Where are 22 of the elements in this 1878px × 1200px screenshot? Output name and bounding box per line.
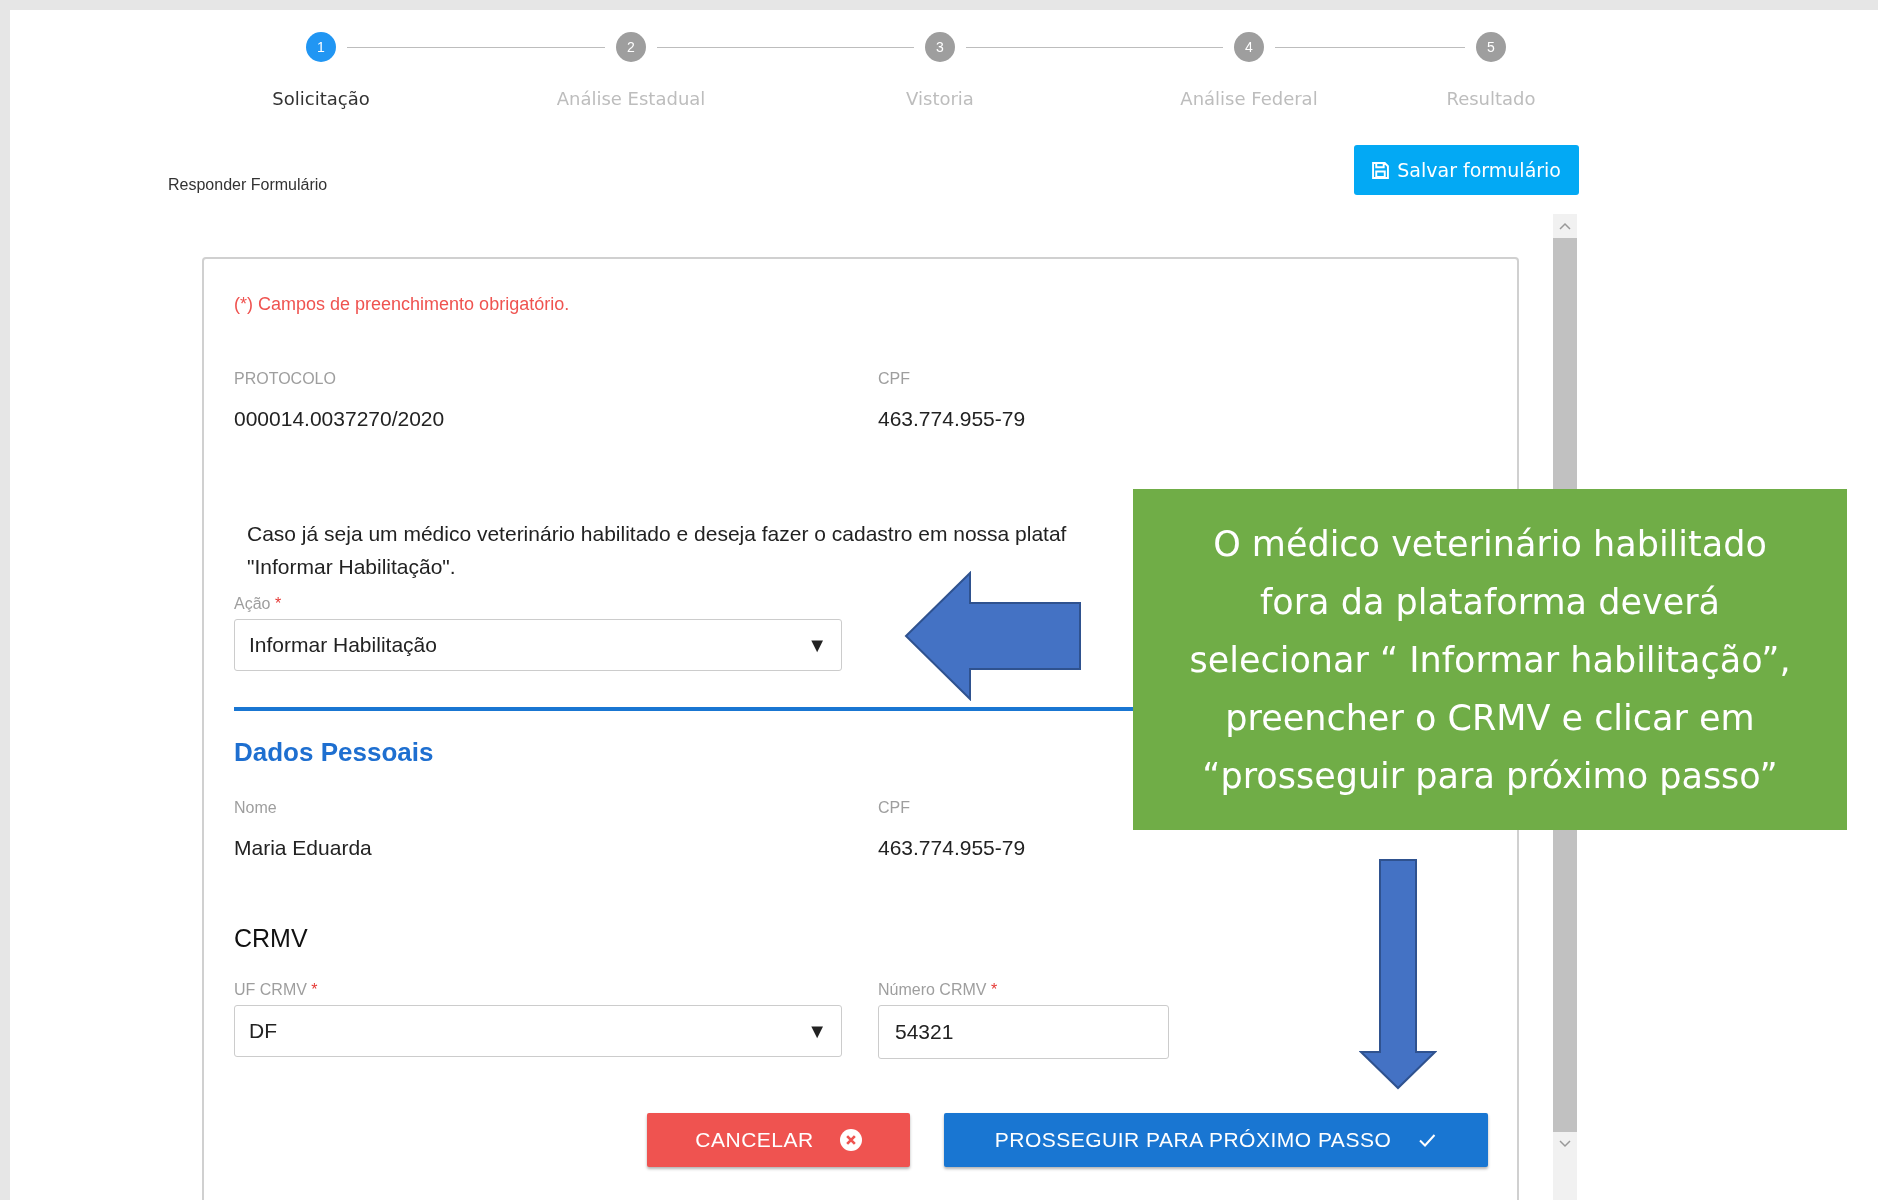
- field-label: Nome: [234, 799, 277, 817]
- field-label: CPF: [878, 799, 910, 817]
- callout-tooltip: O médico veterinário habilitado fora da plataforma deverá selecionar “ Informar habilitação”, preencher o CRMV e clicar em “prosseguir para próximo passo”: [1133, 489, 1847, 830]
- field-label: CPF: [878, 370, 910, 388]
- field-value: 463.774.955-79: [878, 836, 1026, 860]
- step-label: Análise Estadual: [556, 88, 706, 109]
- field-label: UF CRMV *: [234, 981, 318, 999]
- step-label: Vistoria: [906, 88, 974, 109]
- step-label: Análise Federal: [1180, 88, 1318, 109]
- instruction-text: Caso já seja um médico veterinário habilitado e deseja fazer o cadastro em nossa plataf "Informar Habilitação".: [247, 521, 1067, 580]
- field-value: 463.774.955-79: [878, 407, 1026, 431]
- field-value: Maria Eduarda: [234, 836, 372, 860]
- subsection-title: CRMV: [234, 924, 308, 953]
- field-label: PROTOCOLO: [234, 370, 336, 388]
- page-title: Responder Formulário: [168, 176, 328, 194]
- step-label: Resultado: [1446, 88, 1536, 109]
- field-label: Número CRMV *: [878, 981, 998, 999]
- field-value: 000014.0037270/2020: [234, 407, 445, 431]
- step-label: Solicitação: [272, 88, 370, 109]
- section-title: Dados Pessoais: [234, 737, 434, 768]
- field-label: Ação *: [234, 595, 282, 613]
- required-note: (*) Campos de preenchimento obrigatório.: [234, 294, 570, 315]
